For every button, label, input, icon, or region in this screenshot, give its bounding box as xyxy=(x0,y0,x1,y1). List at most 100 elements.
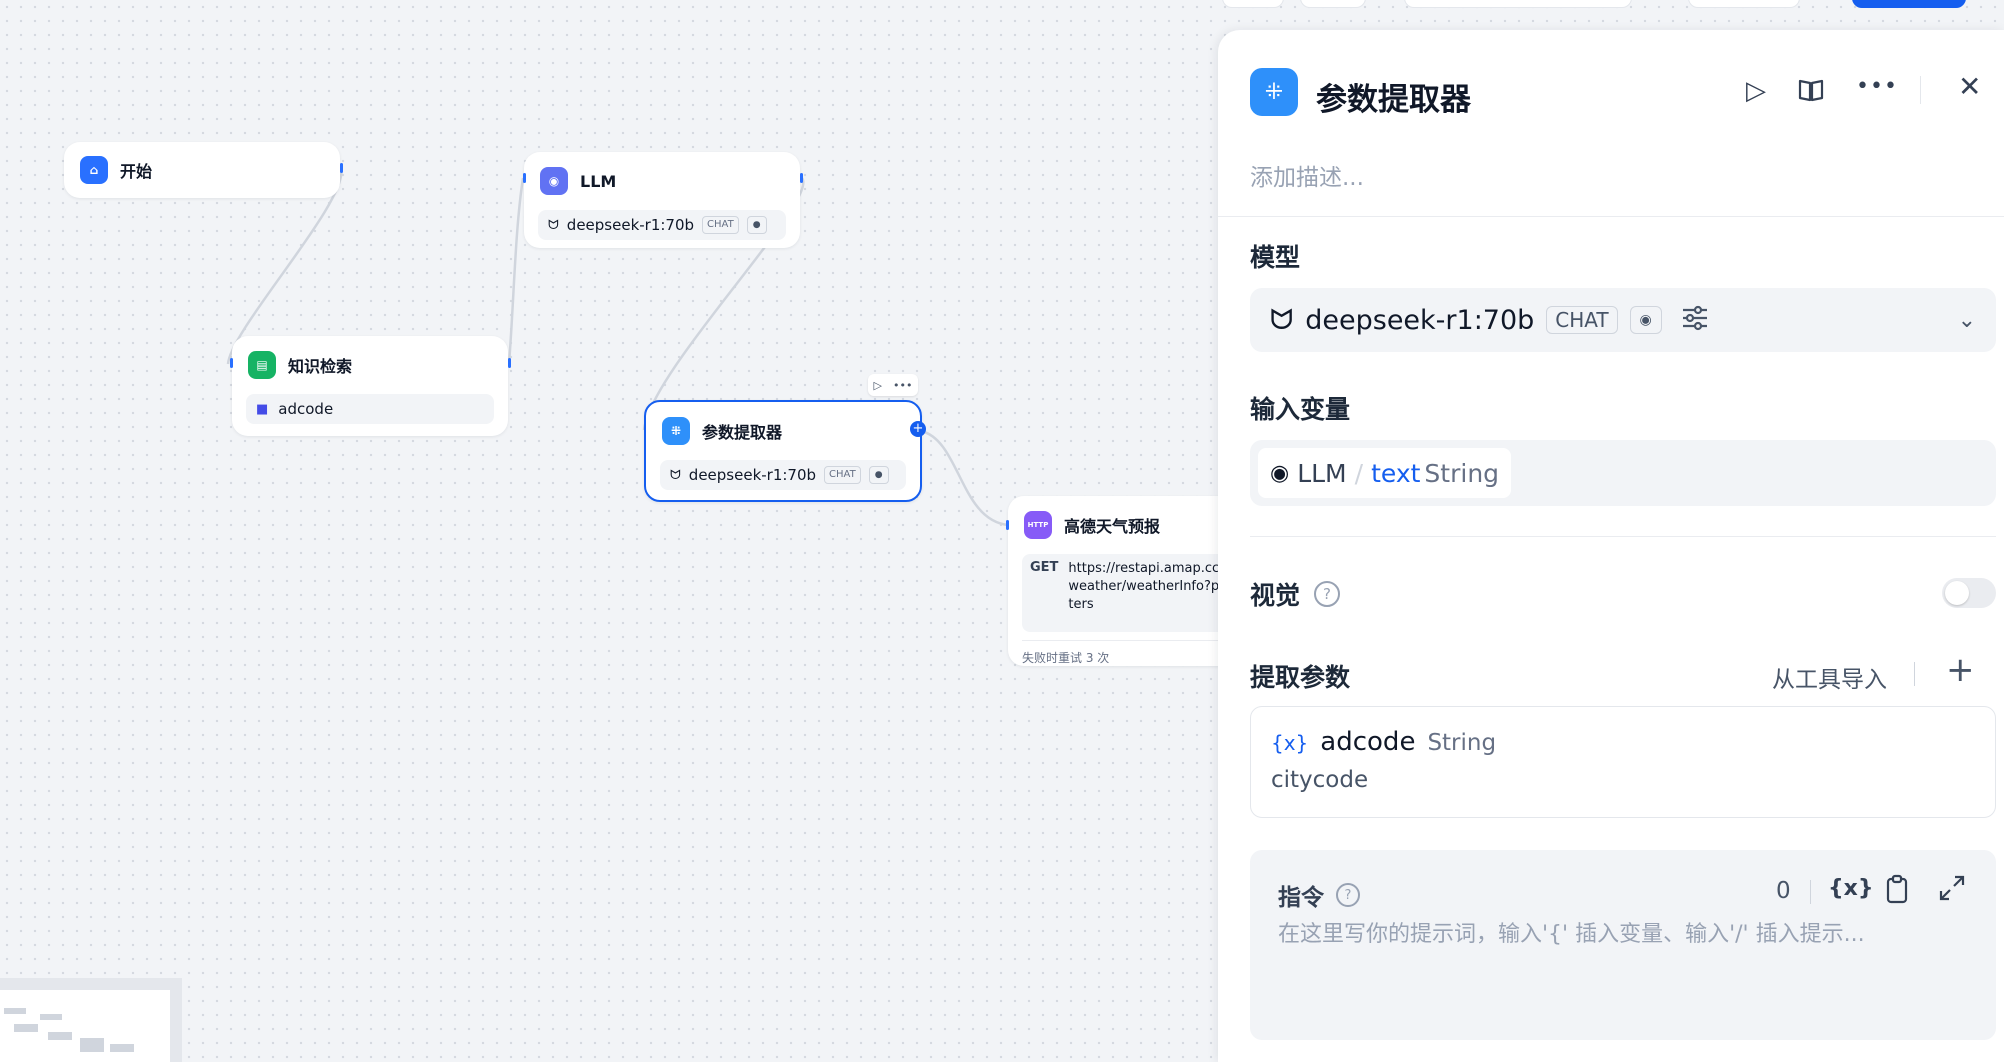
node-title: 高德天气预报 xyxy=(1064,517,1161,536)
param-item[interactable]: {x} adcode String citycode xyxy=(1250,706,1996,818)
run-icon[interactable]: ▷ xyxy=(1746,76,1766,106)
llm-icon: ◉ xyxy=(540,167,568,195)
input-variable-box[interactable]: ◉ LLM / text String xyxy=(1250,440,1996,506)
add-next-node-icon[interactable]: + xyxy=(910,421,926,437)
toolbar-button[interactable] xyxy=(1404,0,1632,8)
vision-row: 视觉 ? xyxy=(1250,576,1341,612)
more-icon[interactable]: ••• xyxy=(893,379,912,392)
vision-eye-icon: ● xyxy=(868,466,889,484)
model-chip: ᗢ deepseek-r1:70b CHAT ● xyxy=(660,460,906,490)
http-url: https://restapi.amap.cc weather/weatherI… xyxy=(1068,560,1219,626)
edge-extractor-http xyxy=(920,429,1009,527)
variable-node: LLM xyxy=(1297,458,1347,488)
model-name: deepseek-r1:70b xyxy=(566,216,695,234)
vision-eye-icon: ◉ xyxy=(1629,306,1662,334)
more-icon[interactable]: ••• xyxy=(1856,74,1898,99)
settings-sliders-icon[interactable] xyxy=(1680,305,1710,335)
extractor-icon: ⁜ xyxy=(662,417,690,445)
http-method: GET xyxy=(1030,560,1059,575)
model-name: deepseek-r1:70b xyxy=(1305,304,1535,336)
knowledge-retrieval-node[interactable]: ▤ 知识检索 ■ adcode xyxy=(232,336,508,436)
toolbar-button[interactable] xyxy=(1688,0,1800,8)
node-config-panel: ⁜ 参数提取器 ▷ ••• ✕ 添加描述... 模型 ᗢ deepseek-r1… xyxy=(1218,30,2004,1062)
extract-params-label: 提取参数 xyxy=(1250,663,1351,692)
book-icon[interactable] xyxy=(1798,78,1824,102)
http-input-handle[interactable] xyxy=(1006,520,1009,530)
input-variable-label: 输入变量 xyxy=(1250,395,1351,424)
panel-title[interactable]: 参数提取器 xyxy=(1316,74,1471,119)
node-title: 知识检索 xyxy=(288,357,353,376)
knowledge-output-handle[interactable] xyxy=(508,358,511,368)
divider xyxy=(1920,76,1921,104)
llm-output-handle[interactable] xyxy=(800,173,803,183)
model-name: deepseek-r1:70b xyxy=(688,466,817,484)
llama-icon: ᗢ xyxy=(670,467,681,483)
chat-tag: CHAT xyxy=(824,466,861,484)
run-icon[interactable]: ▷ xyxy=(874,379,882,392)
model-selector[interactable]: ᗢ deepseek-r1:70b CHAT ◉ ⌄ xyxy=(1250,288,1996,352)
param-type: String xyxy=(1427,730,1497,756)
clipboard-icon[interactable] xyxy=(1886,874,1908,908)
add-param-button[interactable]: + xyxy=(1946,650,1975,690)
node-mini-toolbar: ▷ ••• xyxy=(868,374,918,396)
close-icon[interactable]: ✕ xyxy=(1958,70,1981,103)
folder-icon: ■ xyxy=(256,401,269,417)
parameter-extractor-node[interactable]: ⁜ 参数提取器 ᗢ deepseek-r1:70b CHAT ● xyxy=(644,400,922,502)
http-icon: HTTP xyxy=(1024,511,1052,539)
edge-knowledge-llm xyxy=(507,177,525,365)
import-from-tool-button[interactable]: 从工具导入 xyxy=(1772,660,1887,694)
start-node[interactable]: ⌂ 开始 xyxy=(64,142,340,198)
home-icon: ⌂ xyxy=(80,156,108,184)
llama-icon: ᗢ xyxy=(548,217,559,233)
help-icon[interactable]: ? xyxy=(1336,883,1360,907)
extractor-icon: ⁜ xyxy=(1250,68,1298,116)
variable-icon: {x} xyxy=(1271,731,1309,755)
url-line: ters xyxy=(1068,597,1094,612)
llm-node[interactable]: ◉ LLM ᗢ deepseek-r1:70b CHAT ● xyxy=(524,152,800,248)
url-line: weather/weatherInfo?p xyxy=(1068,579,1220,594)
node-title: 参数提取器 xyxy=(702,423,783,442)
variable-name: text xyxy=(1371,458,1421,488)
toolbar-button[interactable] xyxy=(1300,0,1366,8)
model-chip: ᗢ deepseek-r1:70b CHAT ● xyxy=(538,210,786,240)
help-icon[interactable]: ? xyxy=(1314,581,1341,607)
chevron-down-icon[interactable]: ⌄ xyxy=(1958,308,1976,333)
instruction-placeholder[interactable]: 在这里写你的提示词，输入'{' 插入变量、输入'/' 插入提示... xyxy=(1278,916,1976,948)
llm-input-handle[interactable] xyxy=(523,173,526,183)
divider xyxy=(1250,536,1996,537)
knowledge-input-handle[interactable] xyxy=(230,358,233,368)
instruction-label: 指令 xyxy=(1278,885,1324,911)
instruction-editor[interactable]: 指令 ? 0 {x} 在这里写你的提示词，输入'{' 插入变量、输入'/' 插入… xyxy=(1250,850,1996,1040)
minimap[interactable] xyxy=(0,978,182,1062)
description-input[interactable]: 添加描述... xyxy=(1250,158,1364,192)
start-output-handle[interactable] xyxy=(340,163,343,173)
vision-eye-icon: ● xyxy=(746,216,767,234)
workflow-canvas[interactable]: ⌂ 开始 ◉ LLM ᗢ deepseek-r1:70b CHAT ● ▤ 知识… xyxy=(0,0,1268,1062)
vision-label: 视觉 xyxy=(1250,581,1301,610)
param-header: {x} adcode String xyxy=(1271,727,1496,757)
vision-toggle[interactable] xyxy=(1942,578,1996,608)
publish-button[interactable] xyxy=(1852,0,1966,8)
chat-tag: CHAT xyxy=(1546,306,1618,334)
char-count: 0 xyxy=(1776,878,1791,904)
divider xyxy=(1914,662,1915,686)
variable-type: String xyxy=(1424,458,1500,488)
dataset-name: adcode xyxy=(278,400,334,418)
divider xyxy=(1218,216,2004,217)
param-description: citycode xyxy=(1271,767,1369,793)
variable-chip[interactable]: ◉ LLM / text String xyxy=(1258,448,1512,498)
llama-icon: ᗢ xyxy=(1270,303,1294,336)
node-title: LLM xyxy=(580,171,617,191)
insert-variable-icon[interactable]: {x} xyxy=(1828,876,1874,901)
model-section-label: 模型 xyxy=(1250,243,1301,272)
instruction-header: 指令 ? xyxy=(1278,878,1360,912)
expand-icon[interactable] xyxy=(1938,874,1966,906)
node-title: 开始 xyxy=(120,162,153,181)
url-line: https://restapi.amap.cc xyxy=(1068,561,1220,576)
chat-tag: CHAT xyxy=(702,216,739,234)
llm-icon: ◉ xyxy=(1270,460,1290,486)
variable-separator: / xyxy=(1354,458,1364,488)
book-icon: ▤ xyxy=(248,351,276,379)
dataset-chip: ■ adcode xyxy=(246,394,494,424)
param-name: adcode xyxy=(1320,727,1416,757)
